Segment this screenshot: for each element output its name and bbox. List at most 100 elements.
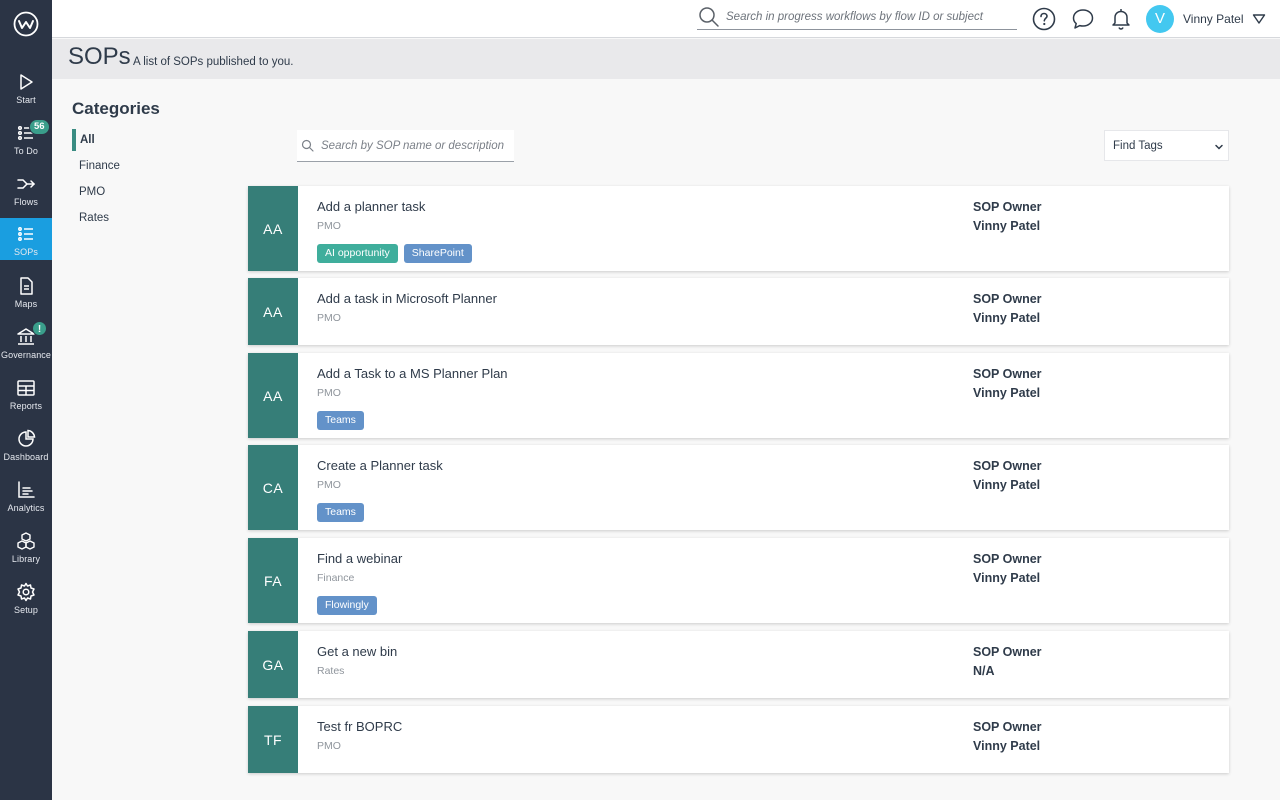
nav-dashboard[interactable]: Dashboard xyxy=(0,427,52,471)
sop-owner-label: SOP Owner xyxy=(973,367,1042,381)
sop-initials-avatar: GA xyxy=(248,631,298,698)
nav-todo[interactable]: 56 To Do xyxy=(0,119,52,165)
governance-alert-badge: ! xyxy=(32,321,47,336)
find-tags-dropdown[interactable]: Find Tags xyxy=(1104,130,1229,161)
sop-tag[interactable]: Flowingly xyxy=(317,596,377,615)
nav-label: To Do xyxy=(13,146,38,156)
sop-initials-avatar: AA xyxy=(248,278,298,345)
sop-card[interactable]: AA Add a planner task PMO AI opportunity Sha… xyxy=(248,186,1229,271)
table-icon xyxy=(17,380,35,396)
sop-owner-name: Vinny Patel xyxy=(973,386,1041,400)
nav-label: Flows xyxy=(13,197,38,207)
category-finance[interactable]: Finance xyxy=(72,155,120,177)
sop-title[interactable]: Find a webinar xyxy=(317,551,402,566)
nav-library[interactable]: Library xyxy=(0,529,52,573)
sop-search-input[interactable] xyxy=(321,139,511,152)
sop-category: PMO xyxy=(317,220,341,232)
sop-category: PMO xyxy=(317,479,341,491)
sop-card[interactable]: CA Create a Planner task PMO Teams SOP Owner… xyxy=(248,445,1229,530)
chevron-down-icon xyxy=(1215,144,1223,150)
nav-maps[interactable]: Maps xyxy=(0,274,52,318)
sop-search[interactable] xyxy=(297,130,514,162)
nav-label: SOPs xyxy=(14,247,38,257)
sop-title[interactable]: Add a Task to a MS Planner Plan xyxy=(317,366,508,381)
line-chart-icon xyxy=(18,481,35,498)
nav-reports[interactable]: Reports xyxy=(0,376,52,420)
sop-tags: Flowingly xyxy=(317,596,377,615)
sop-owner-label: SOP Owner xyxy=(973,459,1042,473)
category-rates[interactable]: Rates xyxy=(72,207,109,229)
sop-card[interactable]: AA Add a Task to a MS Planner Plan PMO Team… xyxy=(248,353,1229,438)
search-icon xyxy=(699,6,719,27)
sop-tags: AI opportunity SharePoint xyxy=(317,244,472,263)
gear-icon xyxy=(17,582,35,602)
sop-owner-label: SOP Owner xyxy=(973,292,1042,306)
sop-tags: Teams xyxy=(317,503,364,522)
sop-tag[interactable]: Teams xyxy=(317,411,364,430)
nav-label: Analytics xyxy=(7,503,45,513)
sop-initials-avatar: AA xyxy=(248,353,298,438)
sop-tag[interactable]: SharePoint xyxy=(403,244,472,263)
sop-title[interactable]: Add a task in Microsoft Planner xyxy=(317,291,497,306)
nav-label: Dashboard xyxy=(3,452,49,462)
sop-owner-name: Vinny Patel xyxy=(973,478,1041,492)
nav-label: Library xyxy=(11,554,41,564)
sop-owner-name: Vinny Patel xyxy=(973,311,1041,325)
boxes-icon xyxy=(17,532,35,550)
sop-owner-label: SOP Owner xyxy=(973,645,1042,659)
nav-governance[interactable]: ! Governance xyxy=(0,321,52,369)
page-header: SOPs A list of SOPs published to you. xyxy=(52,39,1280,79)
nav-label: Setup xyxy=(13,605,39,615)
sop-tag[interactable]: AI opportunity xyxy=(317,244,398,263)
category-pmo[interactable]: PMO xyxy=(72,181,105,203)
sop-initials-avatar: FA xyxy=(248,538,298,623)
sop-owner-name: Vinny Patel xyxy=(973,571,1041,585)
sop-card[interactable]: GA Get a new bin Rates SOP Owner N/A xyxy=(248,631,1229,698)
sop-category: PMO xyxy=(317,312,341,324)
sop-owner-name: N/A xyxy=(973,664,995,678)
list-icon xyxy=(18,227,33,241)
sop-title[interactable]: Add a planner task xyxy=(317,199,425,214)
nav-analytics[interactable]: Analytics xyxy=(0,478,52,522)
chat-icon[interactable] xyxy=(1071,7,1095,31)
play-icon xyxy=(20,74,33,90)
sop-category: Rates xyxy=(317,665,345,677)
chevron-down-icon[interactable] xyxy=(1252,12,1266,26)
sop-initials-avatar: AA xyxy=(248,186,298,271)
nav-label: Start xyxy=(16,95,36,105)
nav-sops[interactable]: SOPs xyxy=(0,218,52,260)
help-icon[interactable] xyxy=(1032,7,1056,31)
nav-start[interactable]: Start xyxy=(0,70,52,114)
sop-owner-label: SOP Owner xyxy=(973,720,1042,734)
sop-tag[interactable]: Teams xyxy=(317,503,364,522)
sop-initials-avatar: TF xyxy=(248,706,298,773)
nav-label: Reports xyxy=(9,401,43,411)
categories-heading: Categories xyxy=(72,99,160,118)
sop-card[interactable]: FA Find a webinar Finance Flowingly SOP Owne… xyxy=(248,538,1229,623)
sop-initials-avatar: CA xyxy=(248,445,298,530)
side-navigation: Start 56 To Do Flows SOPs Maps ! Governa… xyxy=(0,0,52,800)
sop-category: PMO xyxy=(317,387,341,399)
sop-title[interactable]: Create a Planner task xyxy=(317,458,443,473)
sop-card[interactable]: TF Test fr BOPRC PMO SOP Owner Vinny Patel xyxy=(248,706,1229,773)
sop-tags: Teams xyxy=(317,411,364,430)
bell-icon[interactable] xyxy=(1109,7,1133,31)
sop-category: PMO xyxy=(317,740,341,752)
avatar[interactable]: V xyxy=(1146,5,1174,33)
nav-label: Governance xyxy=(0,350,52,360)
user-name[interactable]: Vinny Patel xyxy=(1183,12,1244,26)
nav-flows[interactable]: Flows xyxy=(0,172,52,216)
workflow-search[interactable] xyxy=(697,4,1017,30)
sop-owner-name: Vinny Patel xyxy=(973,219,1041,233)
flows-icon xyxy=(17,179,36,189)
document-icon xyxy=(20,277,33,295)
sop-title[interactable]: Test fr BOPRC xyxy=(317,719,402,734)
app-logo-icon[interactable] xyxy=(13,11,39,37)
sop-owner-label: SOP Owner xyxy=(973,552,1042,566)
sop-card[interactable]: AA Add a task in Microsoft Planner PMO SOP … xyxy=(248,278,1229,345)
workflow-search-input[interactable] xyxy=(726,10,1006,23)
todo-count-badge: 56 xyxy=(29,119,50,135)
category-all[interactable]: All xyxy=(72,129,95,151)
nav-setup[interactable]: Setup xyxy=(0,580,52,624)
sop-title[interactable]: Get a new bin xyxy=(317,644,397,659)
